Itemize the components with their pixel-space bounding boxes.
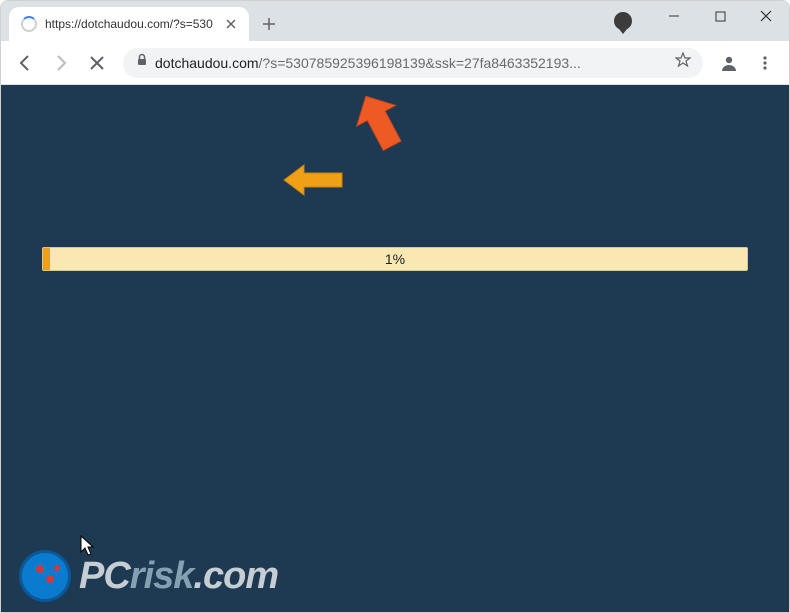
annotation-yellow-arrow-icon xyxy=(282,163,344,202)
window-controls xyxy=(651,1,789,31)
browser-tab[interactable]: https://dotchaudou.com/?s=530 xyxy=(9,7,249,41)
page-content: 1% PCrisk.com xyxy=(1,85,789,612)
profile-button[interactable] xyxy=(713,47,745,79)
window-titlebar: https://dotchaudou.com/?s=530 xyxy=(1,1,789,41)
watermark-logo-icon xyxy=(19,550,71,602)
watermark-brand-b: risk xyxy=(130,555,194,597)
url-text: dotchaudou.com/?s=530785925396198139&ssk… xyxy=(155,55,669,71)
lock-icon xyxy=(135,53,149,72)
annotation-orange-arrow-icon xyxy=(353,91,405,156)
address-bar[interactable]: dotchaudou.com/?s=530785925396198139&ssk… xyxy=(123,48,703,78)
tab-close-button[interactable] xyxy=(223,16,239,32)
browser-toolbar: dotchaudou.com/?s=530785925396198139&ssk… xyxy=(1,41,789,85)
tab-search-button[interactable] xyxy=(607,7,639,35)
watermark-brand-c: .com xyxy=(193,555,278,597)
bookmark-star-icon[interactable] xyxy=(675,52,691,73)
forward-button[interactable] xyxy=(45,47,77,79)
watermark-text: PCrisk.com xyxy=(79,555,278,598)
window-close-button[interactable] xyxy=(743,1,789,31)
progress-bar: 1% xyxy=(42,247,748,271)
url-path: /?s=530785925396198139&ssk=27fa846335219… xyxy=(259,55,581,71)
window-minimize-button[interactable] xyxy=(651,1,697,31)
watermark-brand-a: PC xyxy=(79,555,130,597)
progress-text: 1% xyxy=(43,248,747,270)
url-domain: dotchaudou.com xyxy=(155,55,259,71)
stop-reload-button[interactable] xyxy=(81,47,113,79)
new-tab-button[interactable] xyxy=(255,10,283,38)
tab-title: https://dotchaudou.com/?s=530 xyxy=(45,17,215,31)
loading-spinner-icon xyxy=(21,16,37,32)
menu-button[interactable] xyxy=(749,47,781,79)
window-maximize-button[interactable] xyxy=(697,1,743,31)
back-button[interactable] xyxy=(9,47,41,79)
watermark: PCrisk.com xyxy=(19,550,278,602)
